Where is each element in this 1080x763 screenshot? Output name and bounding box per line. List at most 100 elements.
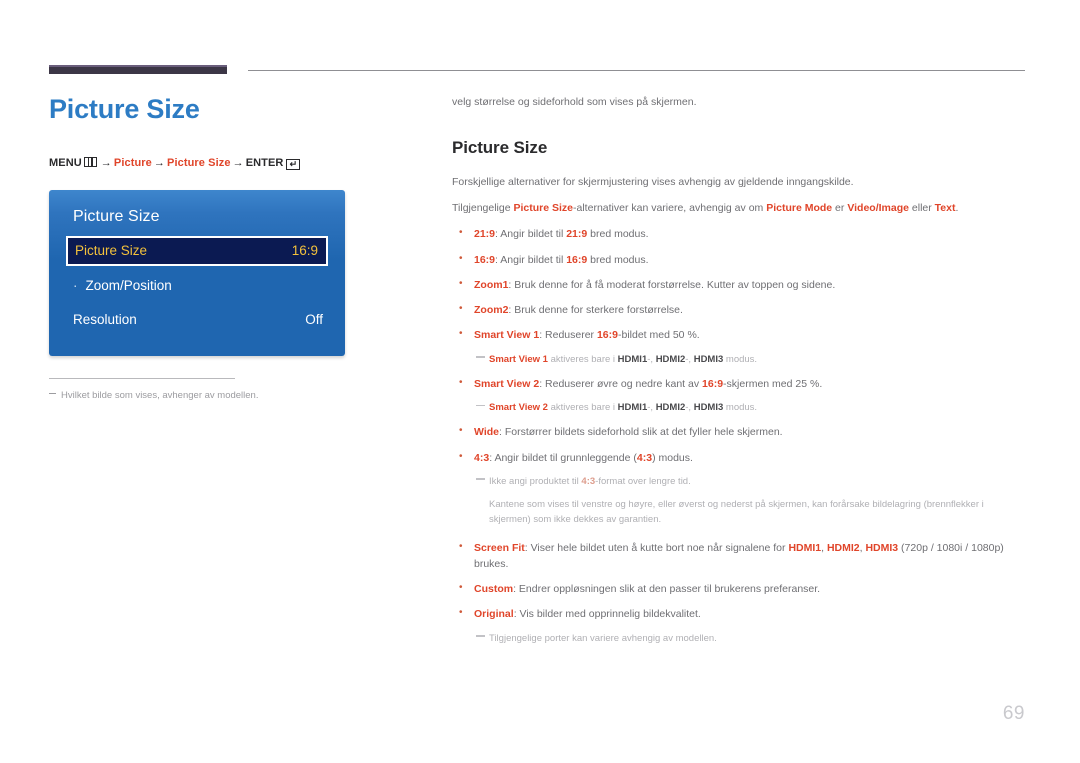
text-sv1-b: -bildet med 50 %. [617, 329, 700, 342]
subnote-4-3-warning: Ikke angi produktet til 4:3-format over … [452, 475, 1027, 489]
options-list-continued-1: Smart View 2: Reduserer øvre og nedre ka… [452, 375, 1027, 392]
text-sv2-b: -skjermen med 25 %. [723, 377, 823, 390]
osd-row-picture-size-value: 16:9 [291, 243, 318, 259]
subnote2-hdmi3: HDMI3 [693, 402, 724, 414]
text-sv1-a: : Reduserer [539, 329, 597, 342]
list-item-smart-view-2: Smart View 2: Reduserer øvre og nedre ka… [452, 375, 1027, 392]
left-footnote: Hvilket bilde som vises, avhenger av mod… [49, 389, 379, 402]
subnote1-hdmi2: HDMI2 [655, 353, 686, 365]
text-21-9-a: : Angir bildet til [495, 228, 567, 241]
left-column: Picture Size MENU → Picture → Picture Size → E… [49, 94, 379, 402]
list-item-21-9: 21:9: Angir bildet til 21:9 bred modus. [452, 225, 1027, 242]
subnote1-mid: aktiveres bare i [547, 353, 618, 365]
osd-row-resolution-label: Resolution [73, 312, 137, 328]
p2-g: eller [908, 202, 935, 215]
sf-hdmi1: HDMI1 [788, 541, 822, 554]
term2-21-9: 21:9 [566, 228, 588, 241]
paragraph-2: Tilgjengelige Picture Size-alternativer … [452, 200, 1027, 216]
menu-path-arrow-3: → [232, 156, 244, 169]
text-original: : Vis bilder med opprinnelig bildekvalit… [513, 608, 701, 621]
menu-path-breadcrumb: MENU → Picture → Picture Size → ENTER ↵ [49, 156, 379, 170]
osd-panel-title: Picture Size [73, 207, 160, 225]
p2-e: er [832, 202, 848, 215]
subnote-ports: Tilgjengelige porter kan variere avhengi… [452, 632, 1027, 646]
menu-bars-icon [83, 156, 97, 167]
list-item-4-3: 4:3: Angir bildet til grunnleggende (4:3… [452, 449, 1027, 466]
subnote3-a: Ikke angi produktet til [489, 475, 582, 487]
menu-path-step-picture: Picture [113, 156, 152, 169]
text-zoom1: : Bruk denne for å få moderat forstørrel… [508, 278, 836, 291]
header-divider-line [248, 70, 1025, 71]
subnote3-hl: 4:3 [581, 475, 596, 487]
list-item-wide: Wide: Forstørrer bildets sideforhold sli… [452, 423, 1027, 440]
list-item-screen-fit: Screen Fit: Viser hele bildet uten å kut… [452, 539, 1027, 573]
list-item-custom: Custom: Endrer oppløsningen slik at den … [452, 580, 1027, 597]
list-item-original: Original: Vis bilder med opprinnelig bil… [452, 605, 1027, 622]
term-zoom1: Zoom1 [474, 278, 509, 291]
text-sv2-a: : Reduserer øvre og nedre kant av [539, 377, 703, 390]
subnote-smart-view-1: Smart View 1 aktiveres bare i HDMI1-, HD… [452, 353, 1027, 367]
osd-row-resolution-value: Off [305, 312, 323, 328]
osd-row-resolution[interactable]: Resolution Off [49, 306, 345, 334]
term-wide: Wide [474, 426, 499, 439]
options-list-continued-2: Wide: Forstørrer bildets sideforhold sli… [452, 423, 1027, 466]
subnote2-s1: -, [647, 402, 656, 414]
footnote-dash-icon [49, 392, 56, 394]
list-item-smart-view-1: Smart View 1: Reduserer 16:9-bildet med … [452, 326, 1027, 343]
menu-path-enter-label: ENTER [245, 156, 284, 169]
enter-key-icon: ↵ [286, 158, 301, 170]
left-footnote-text: Hvilket bilde som vises, avhenger av mod… [61, 389, 259, 401]
term-smart-view-2: Smart View 2 [474, 377, 540, 390]
paragraph-1: Forskjellige alternativer for skjermjust… [452, 175, 854, 188]
page-number: 69 [1002, 703, 1025, 724]
text-16-9-b: bred modus. [587, 253, 649, 266]
header-accent-bar [49, 65, 227, 74]
intro-text: velg størrelse og sideforhold som vises … [452, 96, 697, 108]
text-sf-a: : Viser hele bildet uten å kutte bort no… [524, 541, 789, 554]
subnote2-hdmi2: HDMI2 [655, 402, 686, 414]
text-custom: : Endrer oppløsningen slik at den passer… [513, 583, 821, 596]
page-title: Picture Size [49, 94, 200, 124]
term2-43: 4:3 [636, 451, 653, 464]
subnote-dash-icon-4 [476, 635, 485, 637]
osd-row-zoom-position[interactable]: Zoom/Position [49, 272, 345, 300]
subnote1-s2: -, [685, 353, 694, 365]
subnote1-hdmi3: HDMI3 [693, 353, 724, 365]
left-footnote-block: Hvilket bilde som vises, avhenger av mod… [49, 377, 379, 402]
osd-menu-panel: Picture Size Picture Size 16:9 Zoom/Posi… [49, 189, 345, 356]
sf-hdmi3: HDMI3 [865, 541, 899, 554]
list-item-16-9: 16:9: Angir bildet til 16:9 bred modus. [452, 251, 1027, 268]
p2-c: -alternativer kan variere, avhengig av o… [573, 202, 767, 215]
term-screen-fit: Screen Fit [474, 541, 525, 554]
text-43-b: ) modus. [652, 451, 693, 464]
osd-row-picture-size[interactable]: Picture Size 16:9 [66, 235, 328, 266]
p2-text: Text [934, 202, 956, 215]
subnote1-s1: -, [647, 353, 656, 365]
term2-16-9: 16:9 [566, 253, 588, 266]
subnote3-b: -format over lengre tid. [595, 475, 691, 487]
text-43-a: : Angir bildet til grunnleggende ( [489, 451, 637, 464]
section-title: Picture Size [452, 137, 548, 157]
right-column: velg størrelse og sideforhold som vises … [452, 95, 1027, 655]
menu-path-arrow-1: → [100, 156, 112, 169]
term-zoom2: Zoom2 [474, 304, 509, 317]
subnote-dash-icon-1 [476, 356, 485, 358]
list-item-zoom2: Zoom2: Bruk denne for sterkere forstørre… [452, 301, 1027, 318]
term-16-9: 16:9 [474, 253, 496, 266]
osd-row-picture-size-label: Picture Size [75, 243, 148, 259]
menu-path-arrow-2: → [153, 156, 166, 169]
osd-row-zoom-position-label: Zoom/Position [73, 278, 172, 293]
term-custom: Custom [474, 583, 514, 596]
text-wide: : Forstørrer bildets sideforhold slik at… [499, 426, 783, 439]
text-zoom2: : Bruk denne for sterkere forstørrelse. [508, 304, 683, 317]
list-item-zoom1: Zoom1: Bruk denne for å få moderat forst… [452, 276, 1027, 293]
term-smart-view-1: Smart View 1 [474, 329, 540, 342]
term-21-9: 21:9 [474, 228, 496, 241]
p2-picture-size: Picture Size [513, 202, 574, 215]
term-original: Original [474, 608, 514, 621]
subnote2-mid: aktiveres bare i [547, 402, 618, 414]
p2-a: Tilgjengelige [452, 202, 514, 215]
subnote-smart-view-2: Smart View 2 aktiveres bare i HDMI1-, HD… [452, 401, 1027, 415]
left-footnote-rule [49, 377, 235, 379]
sf-hdmi2: HDMI2 [826, 541, 860, 554]
